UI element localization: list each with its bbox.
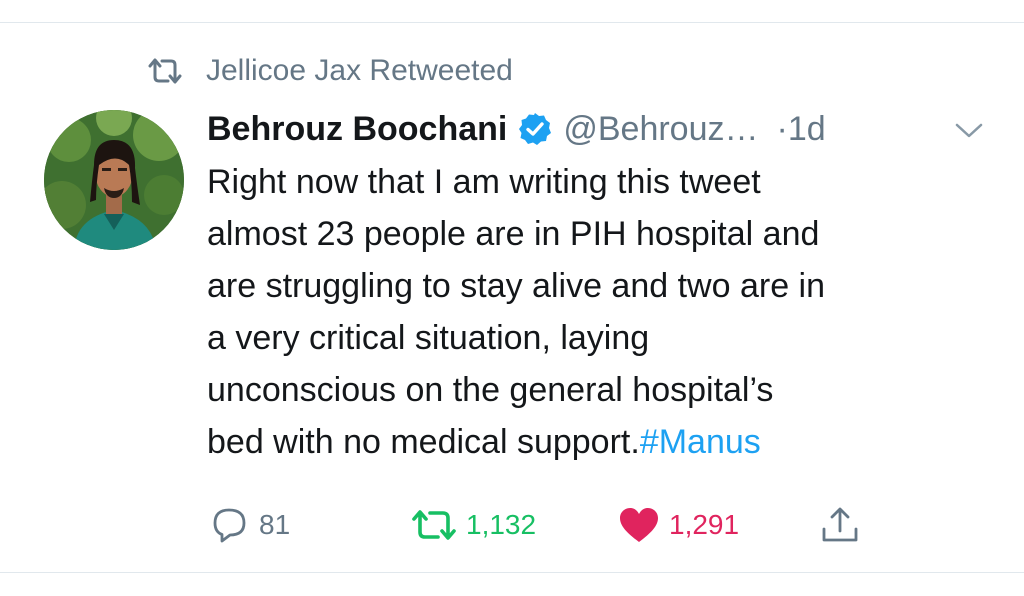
tweet-text-line: unconscious on the general hospital’s [207,371,774,409]
retweet-count: 1,132 [466,509,537,540]
tweet-text-last-line: bed with no medical support.#Manus [207,416,997,468]
top-divider [0,22,1024,23]
retweet-icon [410,508,458,542]
reply-button[interactable]: 81 [209,500,290,550]
reply-icon [209,504,251,546]
tweet-text-line: are struggling to stay alive and two are… [207,267,826,305]
tweet-text-line: Right now that I am writing this tweet [207,163,761,201]
chevron-down-icon[interactable] [954,121,984,141]
retweet-button[interactable]: 1,132 [410,500,536,550]
share-button[interactable] [818,500,862,550]
heart-icon [617,505,661,545]
retweet-context-text: Jellicoe Jax Retweeted [206,54,513,87]
retweet-icon [146,57,184,85]
share-icon [818,503,862,547]
bottom-divider [0,572,1024,573]
author-handle[interactable]: @Behrouz… [563,110,758,149]
tweet-time[interactable]: ·1d [777,110,826,149]
tweet-text: Right now that I am writing this tweet a… [207,156,997,468]
tweet-text-line: almost 23 people are in PIH hospital and [207,215,820,253]
retweet-context[interactable]: Jellicoe Jax Retweeted [146,53,513,89]
like-count: 1,291 [669,509,740,540]
tweet-text-line: bed with no medical support. [207,423,640,461]
author-name[interactable]: Behrouz Boochani [207,110,507,149]
verified-badge-icon [517,111,553,147]
tweet-text-line: a very critical situation, laying [207,319,650,357]
tweet-actions: 81 1,132 1,291 [0,500,1024,550]
like-button[interactable]: 1,291 [617,500,739,550]
tweet-header: Behrouz Boochani @Behrouz… ·1d [207,106,974,152]
reply-count: 81 [259,509,291,540]
hashtag-link[interactable]: #Manus [640,423,761,461]
avatar[interactable] [44,110,184,250]
